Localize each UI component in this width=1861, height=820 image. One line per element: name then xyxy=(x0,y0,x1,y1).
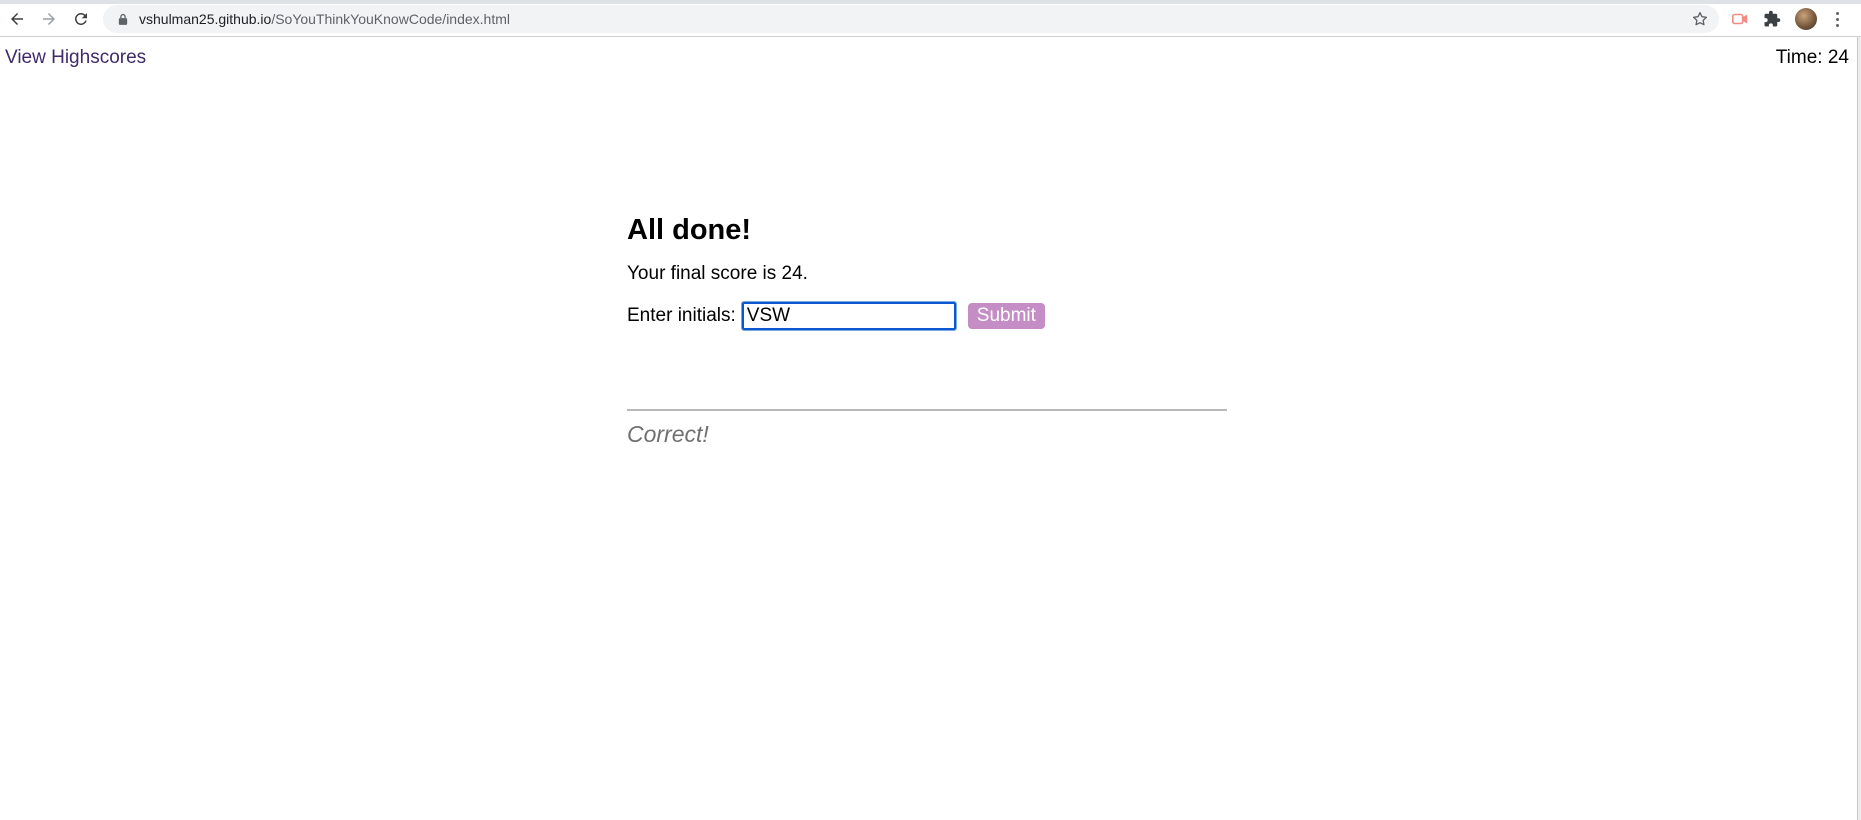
initials-label: Enter initials: xyxy=(627,305,736,326)
url-host: vshulman25.github.io xyxy=(139,11,272,27)
end-screen: All done! Your final score is 24. Enter … xyxy=(627,210,1227,331)
final-score-value: Your final score is 24. xyxy=(627,263,808,284)
answer-feedback: Correct! xyxy=(627,421,709,447)
page-title: All done! xyxy=(627,214,752,246)
timer-display: Time: 24 xyxy=(1775,47,1849,68)
tab-strip xyxy=(0,0,1861,4)
lock-icon[interactable] xyxy=(117,12,129,26)
final-score-text: Your final score is 24. xyxy=(627,262,1227,286)
forward-button[interactable] xyxy=(38,8,60,30)
star-icon[interactable] xyxy=(1691,10,1709,28)
back-arrow-icon xyxy=(11,13,23,25)
reload-icon xyxy=(74,12,87,25)
view-highscores-link[interactable]: View Highscores xyxy=(5,47,146,69)
submit-button[interactable]: Submit xyxy=(967,303,1045,329)
initials-form: Enter initials: Submit xyxy=(627,301,1227,331)
initials-input[interactable] xyxy=(740,301,957,331)
reload-button[interactable] xyxy=(70,8,92,30)
more-menu-icon[interactable] xyxy=(1832,9,1842,29)
address-bar[interactable]: vshulman25.github.io/SoYouThinkYouKnowCo… xyxy=(103,5,1719,33)
forward-arrow-icon xyxy=(43,13,55,25)
window-edge xyxy=(1857,37,1861,820)
puzzle-extension-icon[interactable] xyxy=(1762,9,1782,29)
feedback-divider xyxy=(627,409,1227,411)
record-icon[interactable] xyxy=(1730,9,1750,29)
browser-toolbar: vshulman25.github.io/SoYouThinkYouKnowCo… xyxy=(0,0,1861,37)
profile-avatar[interactable] xyxy=(1795,8,1817,30)
url-path: /SoYouThinkYouKnowCode/index.html xyxy=(271,11,510,27)
url-text: vshulman25.github.io/SoYouThinkYouKnowCo… xyxy=(139,11,510,27)
back-button[interactable] xyxy=(6,8,28,30)
